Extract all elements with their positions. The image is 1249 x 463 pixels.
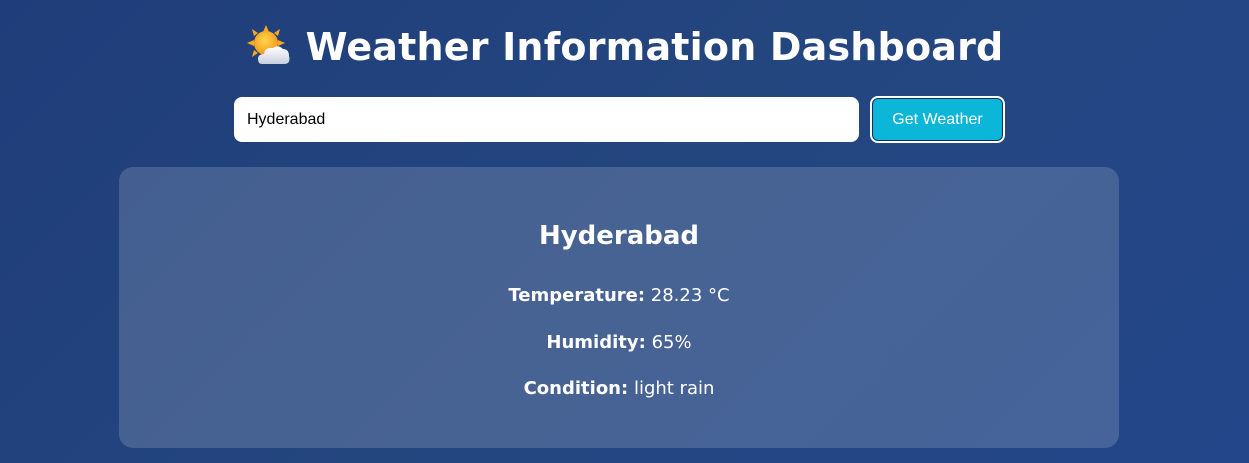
result-city-name: Hyderabad (538, 221, 700, 251)
temperature-label: Temperature: (508, 285, 646, 306)
condition-row: Condition: light rain (119, 378, 1119, 399)
search-bar: Get Weather (234, 96, 1005, 143)
temperature-value: 28.23 °C (650, 285, 730, 306)
city-search-input[interactable] (234, 97, 859, 142)
sun-behind-cloud-icon (246, 25, 290, 64)
temperature-row: Temperature: 28.23 °C (119, 285, 1119, 306)
page-title: Weather Information Dashboard (305, 25, 1004, 69)
page-header: Weather Information Dashboard (0, 24, 1249, 70)
condition-label: Condition: (523, 378, 629, 399)
humidity-label: Humidity: (546, 332, 646, 353)
humidity-value: 65% (651, 332, 692, 353)
condition-value: light rain (633, 378, 715, 399)
humidity-row: Humidity: 65% (119, 332, 1119, 353)
get-weather-button[interactable]: Get Weather (870, 96, 1005, 143)
weather-result-card: Hyderabad Temperature: 28.23 °C Humidity… (119, 167, 1119, 448)
